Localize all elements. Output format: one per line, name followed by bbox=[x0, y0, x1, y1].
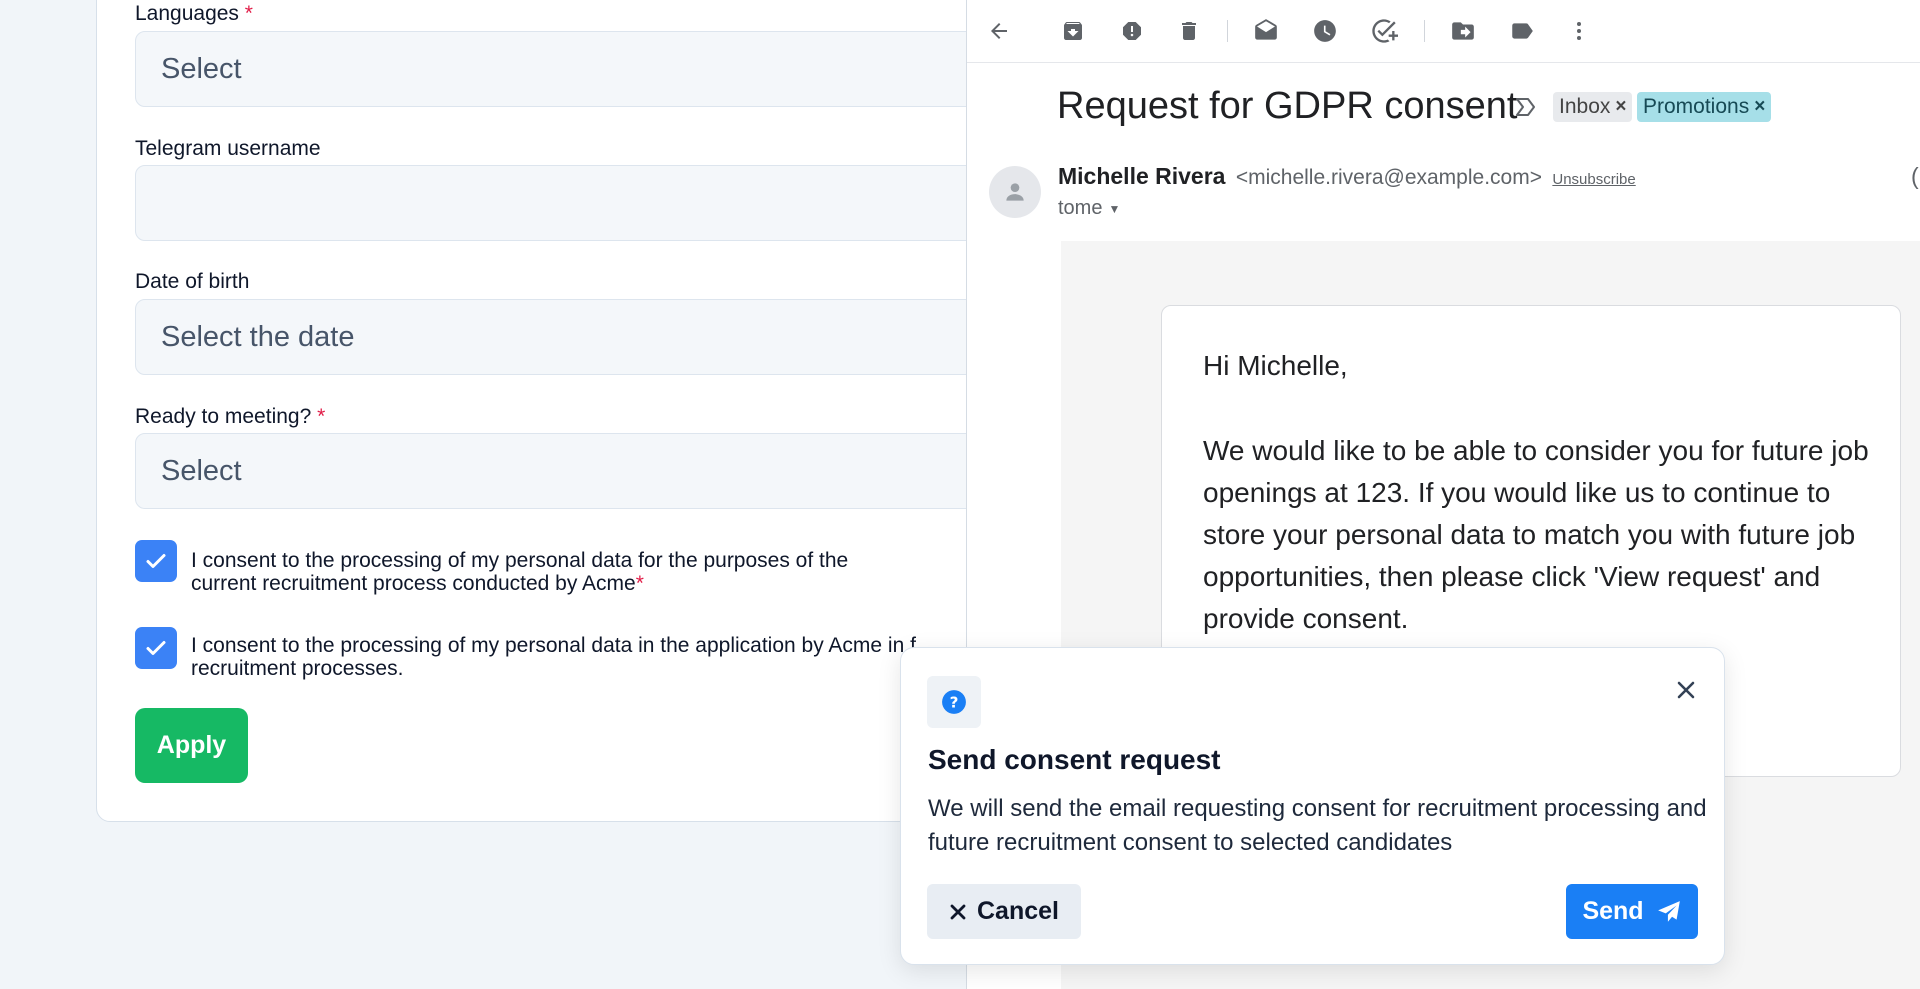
ready-label: Ready to meeting? * bbox=[135, 405, 326, 428]
apply-button[interactable]: Apply bbox=[135, 708, 248, 783]
email-message-body: We would like to be able to consider you… bbox=[1203, 435, 1869, 634]
consent-current-text: I consent to the processing of my person… bbox=[191, 549, 849, 595]
modal-text: We will send the email requesting consen… bbox=[928, 795, 1707, 856]
add-task-icon[interactable] bbox=[1369, 16, 1399, 46]
sender-avatar bbox=[989, 166, 1041, 218]
question-icon: ? bbox=[942, 690, 966, 714]
send-consent-modal: ? Send consent request We will send the … bbox=[900, 647, 1725, 965]
languages-select-value: Select bbox=[161, 52, 242, 85]
person-icon bbox=[1006, 183, 1024, 201]
paper-plane-icon bbox=[1657, 900, 1680, 922]
cancel-label: Cancel bbox=[977, 897, 1059, 925]
unsubscribe-link[interactable]: Unsubscribe bbox=[1552, 171, 1635, 188]
mark-unread-icon[interactable] bbox=[1251, 16, 1281, 46]
move-to-icon[interactable] bbox=[1448, 16, 1478, 46]
label-icon[interactable] bbox=[1507, 16, 1537, 46]
remove-label-icon[interactable]: × bbox=[1615, 96, 1626, 118]
archive-icon[interactable] bbox=[1058, 16, 1088, 46]
send-button[interactable]: Send bbox=[1566, 884, 1698, 939]
sender-email: <michelle.rivera@example.com> bbox=[1235, 166, 1542, 189]
consent-future-checkbox[interactable] bbox=[135, 627, 177, 669]
email-toolbar bbox=[967, 0, 1920, 63]
sender-name: Michelle Rivera bbox=[1058, 163, 1226, 189]
importance-marker-icon[interactable] bbox=[1514, 96, 1538, 123]
label-chip-promotions: Promotions × bbox=[1637, 92, 1772, 122]
ready-select-value: Select bbox=[161, 454, 242, 487]
close-icon[interactable] bbox=[1671, 675, 1701, 705]
close-icon bbox=[950, 904, 966, 919]
truncated-date: ( bbox=[1911, 163, 1919, 189]
label-chip-inbox: Inbox × bbox=[1553, 92, 1633, 122]
recipient-line[interactable]: tome ▼ bbox=[1058, 197, 1120, 220]
dob-value: Select the date bbox=[161, 320, 355, 353]
remove-label-icon[interactable]: × bbox=[1754, 96, 1765, 118]
email-greeting: Hi Michelle, bbox=[1203, 350, 1348, 381]
telegram-label: Telegram username bbox=[135, 137, 321, 160]
delete-icon[interactable] bbox=[1174, 16, 1204, 46]
snooze-icon[interactable] bbox=[1310, 16, 1340, 46]
report-spam-icon[interactable] bbox=[1117, 16, 1147, 46]
back-arrow-icon[interactable] bbox=[984, 16, 1014, 46]
checkmark-icon bbox=[146, 554, 166, 568]
modal-icon-box: ? bbox=[927, 676, 981, 728]
consent-current-checkbox[interactable] bbox=[135, 540, 177, 582]
checkmark-icon bbox=[146, 641, 166, 655]
cancel-button[interactable]: Cancel bbox=[927, 884, 1081, 939]
send-label: Send bbox=[1582, 897, 1644, 925]
sender-line: Michelle Rivera <michelle.rivera@example… bbox=[1058, 163, 1636, 190]
languages-label: Languages * bbox=[135, 2, 253, 25]
consent-future-text: I consent to the processing of my person… bbox=[191, 634, 916, 680]
email-subject: Request for GDPR consent bbox=[1057, 85, 1518, 127]
svg-text:?: ? bbox=[950, 693, 959, 711]
chevron-down-icon[interactable]: ▼ bbox=[1108, 202, 1120, 216]
modal-title: Send consent request bbox=[928, 744, 1221, 775]
dob-label: Date of birth bbox=[135, 270, 250, 293]
more-vert-icon[interactable] bbox=[1564, 16, 1594, 46]
